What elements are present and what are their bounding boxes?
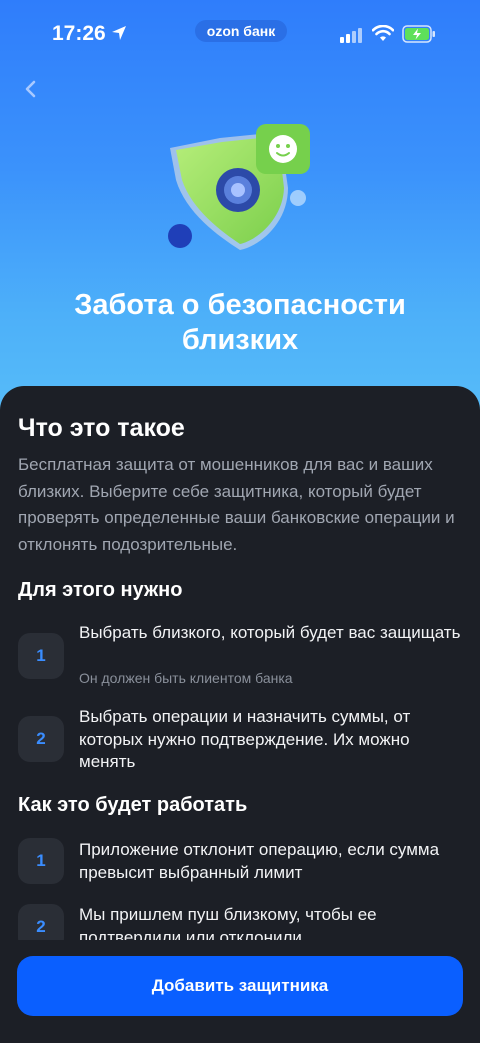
requirement-step-note-1: Он должен быть клиентом банка: [79, 670, 293, 686]
section-heading-requirements: Для этого нужно: [18, 579, 183, 601]
add-protector-button[interactable]: Добавить защитника: [17, 956, 463, 1016]
requirement-step-text-2: Выбрать операции и назначить суммы, от к…: [79, 707, 411, 771]
how-step-number-2: 2: [18, 904, 64, 940]
scroll-content[interactable]: Что это такое Бесплатная защита от мошен…: [0, 0, 480, 940]
about-description: Бесплатная защита от мошенников для вас …: [18, 455, 455, 554]
how-step-text-1: Приложение отклонит операцию, если сумма…: [79, 840, 440, 882]
requirement-step-text-1: Выбрать близкого, который будет вас защи…: [79, 623, 461, 642]
requirement-step-number-2: 2: [18, 716, 64, 762]
requirement-step-number-1: 1: [18, 633, 64, 679]
how-step-number-1: 1: [18, 838, 64, 884]
section-heading-how-it-works: Как это будет работать: [18, 794, 248, 816]
how-step-text-2: Мы пришлем пуш близкому, чтобы ее подтве…: [79, 905, 377, 940]
section-heading-about: Что это такое: [18, 414, 185, 442]
